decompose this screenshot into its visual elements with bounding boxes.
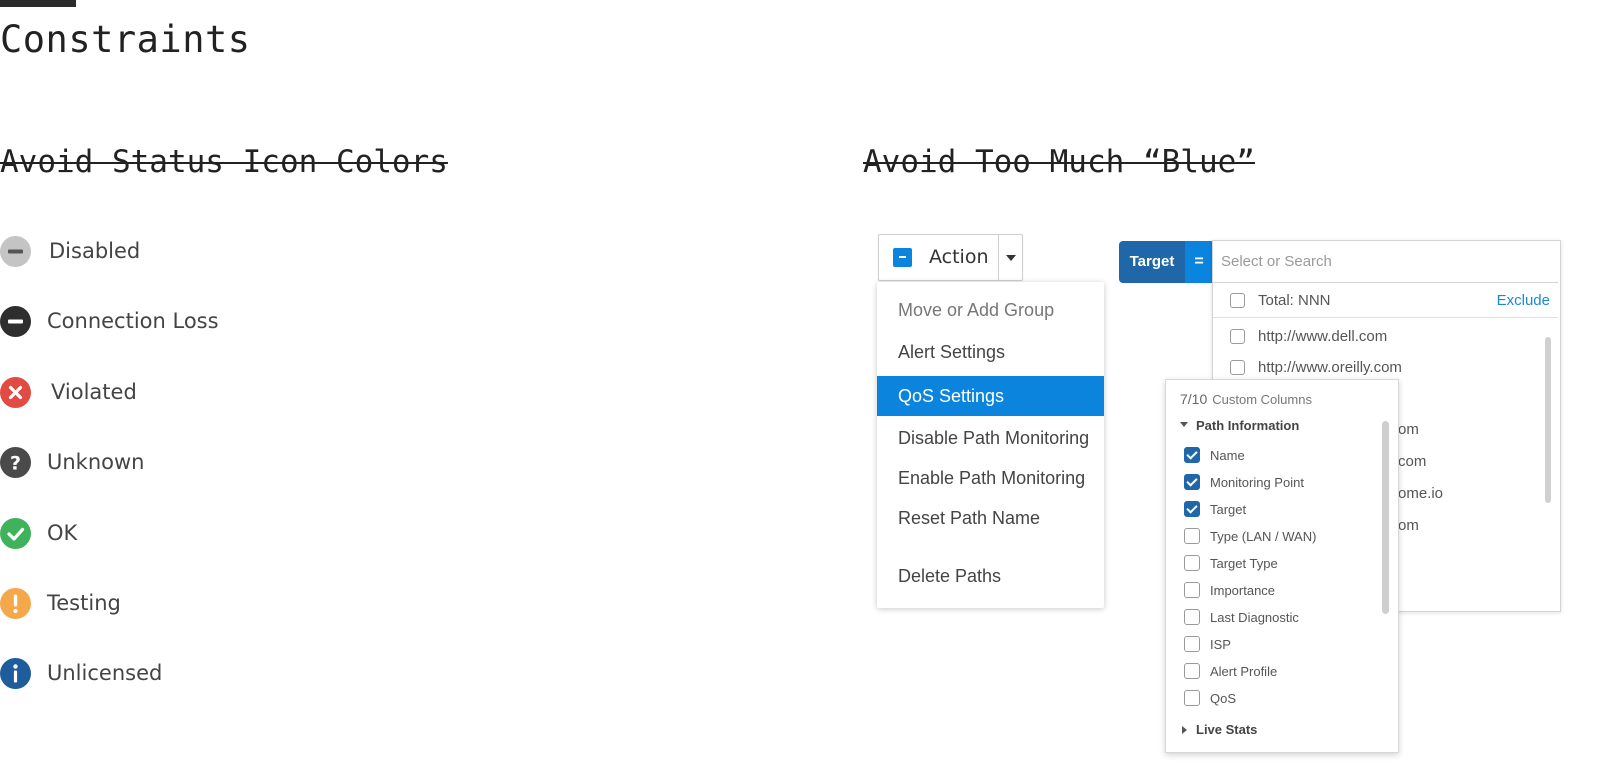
exclude-link[interactable]: Exclude bbox=[1497, 292, 1550, 309]
column-checkbox[interactable] bbox=[1184, 555, 1200, 571]
column-checkbox[interactable] bbox=[1184, 663, 1200, 679]
status-label: Violated bbox=[51, 380, 137, 404]
columns-count: 7/10 bbox=[1180, 391, 1208, 407]
column-label: Alert Profile bbox=[1210, 664, 1278, 679]
caret-right-icon bbox=[1182, 725, 1187, 734]
action-menu: Move or Add Group Alert Settings QoS Set… bbox=[877, 282, 1104, 608]
column-option-qos[interactable]: QoS bbox=[1184, 690, 1384, 708]
column-checkbox[interactable] bbox=[1184, 609, 1200, 625]
group-live-stats[interactable]: Live Stats bbox=[1180, 722, 1257, 737]
column-checkbox[interactable] bbox=[1184, 474, 1200, 490]
column-checkbox[interactable] bbox=[1184, 447, 1200, 463]
target-item-label-partial[interactable]: om bbox=[1398, 421, 1419, 438]
info-circle-icon bbox=[0, 657, 31, 689]
status-item-disabled: Disabled bbox=[0, 234, 140, 268]
target-item-label[interactable]: http://www.oreilly.com bbox=[1258, 359, 1402, 376]
column-label: QoS bbox=[1210, 691, 1237, 706]
target-item-checkbox[interactable] bbox=[1230, 329, 1245, 344]
check-circle-icon bbox=[0, 517, 31, 549]
column-option-type[interactable]: Type (LAN / WAN) bbox=[1184, 528, 1384, 546]
menu-item-reset-path-name[interactable]: Reset Path Name bbox=[877, 498, 1104, 538]
status-label: OK bbox=[47, 521, 78, 545]
status-item-unlicensed: Unlicensed bbox=[0, 656, 162, 690]
column-label: Type (LAN / WAN) bbox=[1210, 529, 1317, 544]
menu-item-delete-paths[interactable]: Delete Paths bbox=[877, 556, 1104, 596]
column-option-last-diagnostic[interactable]: Last Diagnostic bbox=[1184, 609, 1384, 627]
column-checkbox[interactable] bbox=[1184, 501, 1200, 517]
column-option-target-type[interactable]: Target Type bbox=[1184, 555, 1384, 573]
menu-item-move-or-add-group[interactable]: Move or Add Group bbox=[877, 290, 1104, 330]
exclamation-circle-icon bbox=[0, 587, 31, 619]
status-item-connection-loss: Connection Loss bbox=[0, 304, 219, 338]
column-checkbox[interactable] bbox=[1184, 690, 1200, 706]
caret-down-icon[interactable] bbox=[1006, 255, 1016, 261]
column-label: ISP bbox=[1210, 637, 1231, 652]
menu-item-disable-path-monitoring[interactable]: Disable Path Monitoring bbox=[877, 418, 1104, 458]
x-circle-icon bbox=[0, 376, 31, 408]
column-label: Target bbox=[1210, 502, 1247, 517]
status-section-title: Avoid Status Icon Colors bbox=[0, 144, 448, 180]
status-item-violated: Violated bbox=[0, 375, 137, 409]
column-label: Name bbox=[1210, 448, 1245, 463]
menu-item-qos-settings[interactable]: QoS Settings bbox=[877, 376, 1104, 416]
column-label: Last Diagnostic bbox=[1210, 610, 1299, 625]
column-label: Monitoring Point bbox=[1210, 475, 1304, 490]
target-item-label-partial[interactable]: ome.io bbox=[1398, 485, 1443, 502]
select-all-checkbox[interactable] bbox=[1230, 293, 1245, 308]
columns-scrollbar[interactable] bbox=[1382, 421, 1389, 614]
target-list-scrollbar[interactable] bbox=[1545, 337, 1551, 503]
action-dropdown-button[interactable]: Action bbox=[878, 234, 1023, 281]
status-label: Disabled bbox=[49, 239, 141, 263]
column-option-alert-profile[interactable]: Alert Profile bbox=[1184, 663, 1384, 681]
column-option-importance[interactable]: Importance bbox=[1184, 582, 1384, 600]
status-item-unknown: ? Unknown bbox=[0, 445, 144, 479]
caret-down-icon bbox=[1180, 422, 1188, 428]
operator-button[interactable]: = bbox=[1185, 241, 1213, 283]
column-checkbox[interactable] bbox=[1184, 528, 1200, 544]
action-label: Action bbox=[929, 246, 989, 268]
target-item-checkbox[interactable] bbox=[1230, 360, 1245, 375]
title-accent-bar bbox=[0, 0, 76, 7]
column-checkbox[interactable] bbox=[1184, 582, 1200, 598]
svg-text:?: ? bbox=[10, 452, 21, 474]
total-count-label: Total: NNN bbox=[1258, 292, 1331, 309]
status-label: Testing bbox=[47, 591, 121, 615]
bulk-select-checkbox[interactable] bbox=[893, 248, 912, 267]
panel-divider bbox=[1213, 317, 1558, 318]
minus-circle-icon bbox=[0, 305, 31, 337]
status-item-ok: OK bbox=[0, 516, 77, 550]
status-label: Unknown bbox=[47, 450, 145, 474]
group-label: Path Information bbox=[1196, 418, 1300, 433]
page-title: Constraints bbox=[0, 18, 251, 61]
target-item-label-partial[interactable]: com bbox=[1398, 453, 1426, 470]
custom-columns-header: 7/10 Custom Columns bbox=[1180, 391, 1312, 407]
split-divider bbox=[998, 235, 999, 280]
menu-item-enable-path-monitoring[interactable]: Enable Path Monitoring bbox=[877, 458, 1104, 498]
blue-section-title: Avoid Too Much “Blue” bbox=[863, 144, 1255, 180]
column-checkbox[interactable] bbox=[1184, 636, 1200, 652]
group-path-information[interactable]: Path Information bbox=[1180, 418, 1299, 433]
columns-title: Custom Columns bbox=[1212, 392, 1312, 407]
status-label: Connection Loss bbox=[47, 309, 219, 333]
question-circle-icon: ? bbox=[0, 446, 31, 478]
menu-item-alert-settings[interactable]: Alert Settings bbox=[877, 332, 1104, 372]
minus-circle-icon bbox=[0, 235, 31, 267]
target-search-input[interactable] bbox=[1213, 241, 1558, 283]
group-label: Live Stats bbox=[1196, 722, 1258, 737]
column-label: Importance bbox=[1210, 583, 1276, 598]
target-filter-chip[interactable]: Target bbox=[1119, 241, 1185, 283]
custom-columns-panel: 7/10 Custom Columns Path Information Name… bbox=[1165, 379, 1399, 753]
column-option-target[interactable]: Target bbox=[1184, 501, 1384, 519]
status-label: Unlicensed bbox=[47, 661, 163, 685]
target-item-label[interactable]: http://www.dell.com bbox=[1258, 328, 1387, 345]
status-item-testing: Testing bbox=[0, 586, 121, 620]
column-option-isp[interactable]: ISP bbox=[1184, 636, 1384, 654]
column-option-monitoring-point[interactable]: Monitoring Point bbox=[1184, 474, 1384, 492]
target-item-label-partial[interactable]: om bbox=[1398, 517, 1419, 534]
column-label: Target Type bbox=[1210, 556, 1278, 571]
column-option-name[interactable]: Name bbox=[1184, 447, 1384, 465]
